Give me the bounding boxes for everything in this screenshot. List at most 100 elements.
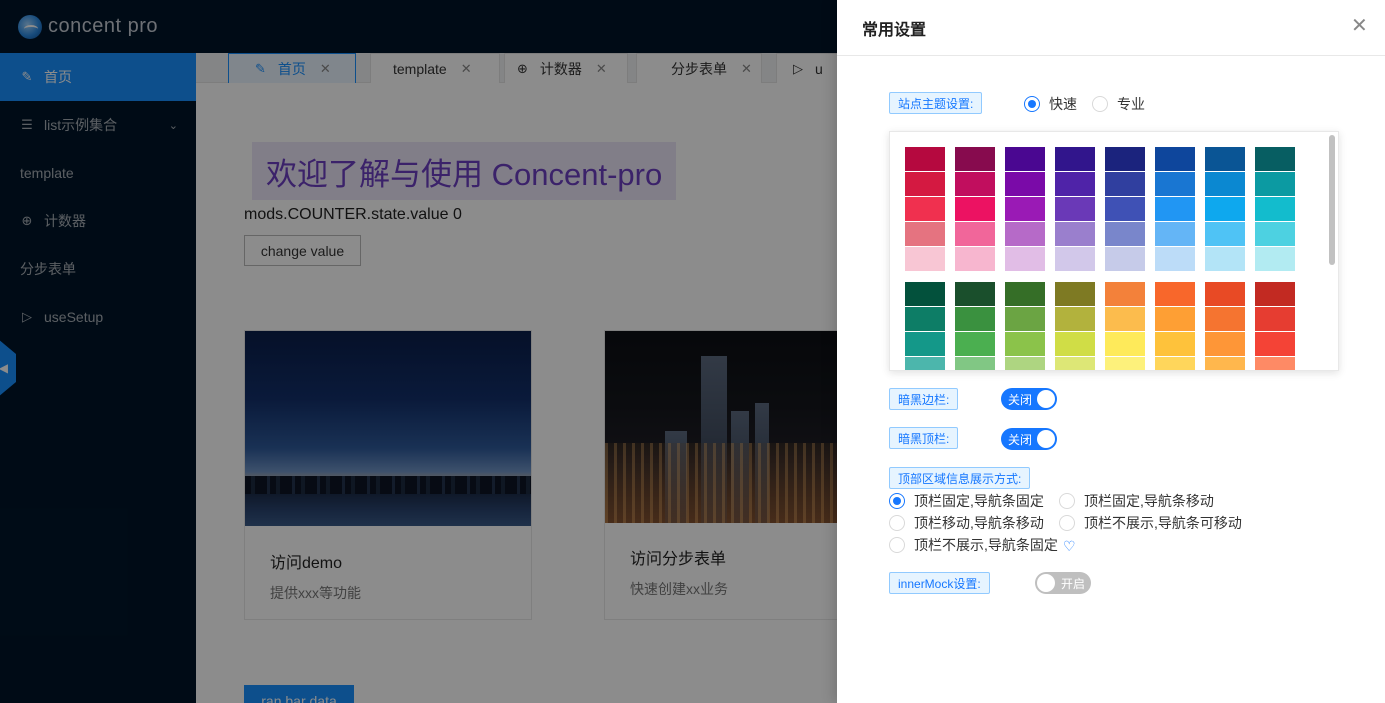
heart-icon[interactable]: ♡ [1063, 538, 1076, 555]
color-swatch[interactable] [1205, 197, 1245, 221]
drawer-title: 常用设置 [862, 21, 927, 39]
inner-mock-switch[interactable]: 开启 [1035, 572, 1091, 594]
swatch-column [1055, 147, 1095, 272]
color-swatch[interactable] [1155, 247, 1195, 271]
swatch-column [1255, 282, 1295, 370]
color-swatch[interactable] [905, 147, 945, 171]
color-swatch[interactable] [955, 357, 995, 370]
color-swatch[interactable] [1155, 282, 1195, 306]
color-swatch[interactable] [905, 222, 945, 246]
color-swatch[interactable] [1155, 332, 1195, 356]
color-swatch[interactable] [955, 147, 995, 171]
color-swatch[interactable] [955, 307, 995, 331]
color-swatch[interactable] [1205, 222, 1245, 246]
radio-dot [889, 537, 905, 553]
top-display-label: 顶部区域信息展示方式: [889, 467, 1031, 489]
color-swatch[interactable] [1055, 282, 1095, 306]
color-swatch[interactable] [1255, 247, 1295, 271]
switch-knob [1037, 574, 1055, 592]
color-swatch[interactable] [1055, 307, 1095, 331]
swatch-column [1255, 147, 1295, 272]
color-swatch[interactable] [1105, 307, 1145, 331]
color-swatch[interactable] [955, 172, 995, 196]
color-swatch[interactable] [1255, 172, 1295, 196]
theme-label: 站点主题设置: [889, 92, 983, 114]
color-swatch[interactable] [955, 197, 995, 221]
color-swatch[interactable] [1005, 307, 1045, 331]
color-swatch[interactable] [1205, 332, 1245, 356]
swatch-column [1005, 147, 1045, 272]
color-swatch[interactable] [1205, 147, 1245, 171]
color-swatch[interactable] [1055, 147, 1095, 171]
color-swatch[interactable] [1155, 307, 1195, 331]
color-swatch[interactable] [1205, 172, 1245, 196]
color-swatch[interactable] [1255, 222, 1295, 246]
color-swatch[interactable] [1155, 147, 1195, 171]
color-swatch[interactable] [905, 332, 945, 356]
color-swatch[interactable] [955, 222, 995, 246]
swatch-column [1205, 147, 1245, 272]
top-display-option-2[interactable]: 顶栏固定,导航条移动 [1059, 491, 1214, 511]
color-swatch[interactable] [1105, 172, 1145, 196]
color-swatch[interactable] [1005, 247, 1045, 271]
color-swatch[interactable] [905, 307, 945, 331]
color-swatch[interactable] [1105, 282, 1145, 306]
top-display-option-4[interactable]: 顶栏不展示,导航条可移动 [1059, 513, 1242, 533]
color-swatch[interactable] [1055, 222, 1095, 246]
color-swatch[interactable] [1005, 197, 1045, 221]
color-swatch[interactable] [1055, 172, 1095, 196]
color-swatch[interactable] [1155, 357, 1195, 370]
color-swatch[interactable] [1205, 307, 1245, 331]
color-swatch[interactable] [905, 247, 945, 271]
color-swatch[interactable] [1255, 147, 1295, 171]
color-swatch[interactable] [1055, 332, 1095, 356]
color-swatch[interactable] [955, 282, 995, 306]
color-swatch[interactable] [1105, 197, 1145, 221]
color-swatch[interactable] [1005, 147, 1045, 171]
color-swatch[interactable] [1005, 282, 1045, 306]
color-swatch[interactable] [1255, 197, 1295, 221]
color-swatch[interactable] [1005, 222, 1045, 246]
theme-option-pro[interactable]: 专业 [1092, 94, 1145, 114]
color-swatch[interactable] [905, 172, 945, 196]
color-swatch[interactable] [905, 282, 945, 306]
color-swatch[interactable] [1105, 332, 1145, 356]
color-swatch[interactable] [1155, 222, 1195, 246]
palette-scrollbar[interactable] [1329, 135, 1335, 265]
color-swatch[interactable] [1255, 357, 1295, 370]
radio-label: 快速 [1049, 96, 1077, 112]
radio-dot [1059, 493, 1075, 509]
color-swatch[interactable] [1055, 357, 1095, 370]
color-swatch[interactable] [1105, 222, 1145, 246]
dark-header-switch[interactable]: 关闭 [1001, 428, 1057, 450]
swatch-column [1105, 282, 1145, 370]
color-swatch[interactable] [1255, 307, 1295, 331]
color-swatch[interactable] [1005, 332, 1045, 356]
color-swatch[interactable] [905, 357, 945, 370]
color-swatch[interactable] [1205, 282, 1245, 306]
color-swatch[interactable] [1005, 172, 1045, 196]
color-swatch[interactable] [1105, 357, 1145, 370]
color-swatch[interactable] [1055, 247, 1095, 271]
settings-drawer: 常用设置 ✕ 站点主题设置: 快速 专业 暗黑边栏: 关闭 暗黑顶栏: 关闭 顶… [837, 0, 1385, 703]
color-swatch[interactable] [1255, 282, 1295, 306]
color-swatch[interactable] [1255, 332, 1295, 356]
color-swatch[interactable] [1155, 172, 1195, 196]
color-swatch[interactable] [955, 332, 995, 356]
top-display-option-5[interactable]: 顶栏不展示,导航条固定 [889, 535, 1058, 555]
color-swatch[interactable] [1205, 357, 1245, 370]
color-swatch[interactable] [1155, 197, 1195, 221]
color-swatch[interactable] [1105, 147, 1145, 171]
color-swatch[interactable] [1205, 247, 1245, 271]
top-display-option-3[interactable]: 顶栏移动,导航条移动 [889, 513, 1044, 533]
close-icon[interactable]: ✕ [1351, 16, 1368, 36]
color-swatch[interactable] [955, 247, 995, 271]
dark-sider-label: 暗黑边栏: [889, 388, 959, 410]
theme-option-fast[interactable]: 快速 [1024, 94, 1077, 114]
color-swatch[interactable] [1105, 247, 1145, 271]
top-display-option-1[interactable]: 顶栏固定,导航条固定 [889, 491, 1044, 511]
color-swatch[interactable] [1055, 197, 1095, 221]
color-swatch[interactable] [905, 197, 945, 221]
dark-sider-switch[interactable]: 关闭 [1001, 388, 1057, 410]
color-swatch[interactable] [1005, 357, 1045, 370]
